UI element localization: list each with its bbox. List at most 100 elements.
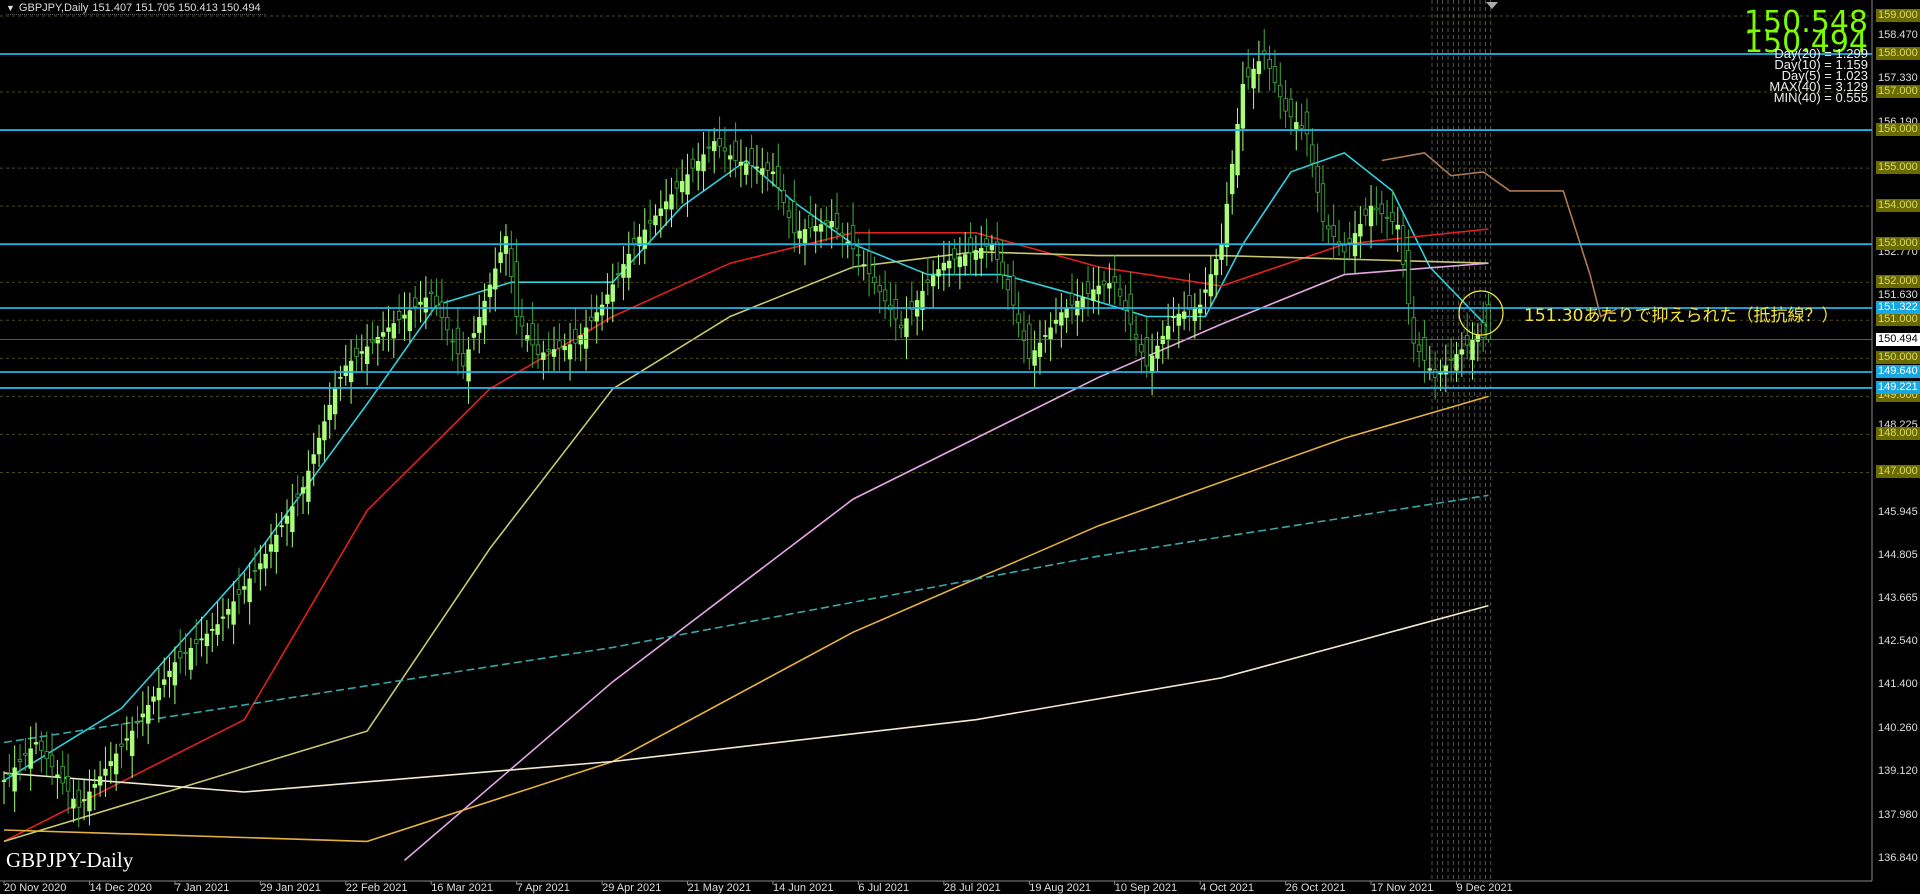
price-tick-label: 137.980 [1878,808,1918,821]
date-tick-label: 29 Jan 2021 [260,882,321,894]
candle-body [151,696,156,702]
candle-body [215,624,220,635]
ma-teal-dashed-line [3,494,1489,744]
candle-body [402,314,407,319]
candle-body [204,633,210,647]
candle-body [1139,344,1144,353]
candle-body [412,297,418,307]
candle-body [493,268,498,290]
candle-body [898,324,904,329]
candle-body [551,349,557,357]
candle-body [236,589,242,595]
candle-body [1294,122,1299,130]
level-label: 158.000 [1876,47,1920,60]
candle-body [679,181,685,193]
future-vertical-lines [1431,0,1492,881]
candle-body [306,470,311,502]
candle-body [210,628,215,631]
candle-body [1037,342,1043,357]
candle-body [76,789,81,808]
candle-body [455,327,461,355]
candle-body [1181,311,1187,319]
candle-body [226,608,231,615]
candle-body [1016,313,1021,324]
candle-body [567,344,573,360]
candle-body [156,687,162,701]
candle-body [882,289,888,302]
candle-body [936,269,941,277]
candle-body [583,327,589,349]
candle-body [658,208,664,216]
horizontal-lines[interactable] [0,53,1872,389]
candle-body [1342,245,1347,253]
range-stats: Day(20) = 1.299 Day(10) = 1.159 Day(5) =… [1769,47,1868,104]
candle-body [65,775,71,792]
candle-body [1165,325,1171,340]
ma-cream-line [3,604,1489,793]
candle-body [1384,216,1390,219]
candle-body [1299,125,1304,129]
candle-body [669,194,674,210]
candle-body [701,154,706,172]
candle-body [589,316,594,321]
hline-price-label: 149.221 [1876,380,1920,394]
candle-body [135,721,140,724]
candle-body [71,798,76,809]
candle-body [1117,288,1123,297]
candle-body [487,284,493,298]
candle-body [332,388,338,415]
candle-body [1043,335,1048,337]
candle-body [1032,350,1037,366]
chart-header: ▼ GBPJPY,Daily 151.407 151.705 150.413 1… [6,2,265,15]
candle-body [471,333,477,338]
ma-orange-line [3,395,1489,843]
candle-body [946,260,952,269]
candle-body [178,651,183,659]
level-label: 151.000 [1876,313,1920,327]
candle-body [1395,224,1400,230]
candle-body [1096,285,1101,295]
candle-body [1176,313,1181,326]
candle-body [231,601,236,625]
candle-body [1406,250,1411,305]
price-tick-label: 141.400 [1878,678,1918,691]
candle-body [856,254,861,257]
candle-body [760,168,765,175]
price-tick-label: 157.330 [1878,72,1918,85]
candle-body [140,713,146,718]
level-label: 159.000 [1876,8,1920,22]
shift-marker-icon[interactable] [1486,2,1498,9]
candle-body [626,253,631,278]
candle-body [1272,66,1278,83]
candle-body [696,161,701,171]
date-tick-label: 9 Dec 2021 [1456,882,1513,894]
level-label: 157.000 [1876,85,1920,99]
candle-body [808,214,813,229]
date-tick-label: 16 Mar 2021 [431,882,493,894]
candle-body [1288,98,1294,118]
level-label: 153.000 [1876,237,1920,251]
candle-body [1155,345,1160,359]
candle-body [706,146,712,149]
candle-body [1,780,7,782]
price-tick-label: 142.540 [1878,635,1918,648]
level-grid [0,15,1872,885]
level-label: 152.000 [1876,275,1920,289]
candle-body [423,297,429,313]
date-tick-label: 14 Jun 2021 [772,882,834,894]
candle-body [1021,330,1027,341]
candle-body [258,563,263,570]
dropdown-triangle-icon[interactable]: ▼ [6,3,15,13]
candle-body [220,616,226,619]
candle-body [407,310,413,332]
candle-body [1256,61,1262,75]
candle-body [1320,183,1326,222]
candle-body [1454,354,1459,371]
candle-body [482,300,487,326]
date-tick-label: 7 Jan 2021 [174,882,230,894]
price-chart[interactable] [0,0,1920,891]
candle-body [674,181,680,189]
annotation-text: 151.30あたりで抑えられた（抵抗線？） [1524,306,1839,326]
ma-red-line [3,228,1489,843]
date-tick-label: 14 Dec 2020 [89,882,152,894]
